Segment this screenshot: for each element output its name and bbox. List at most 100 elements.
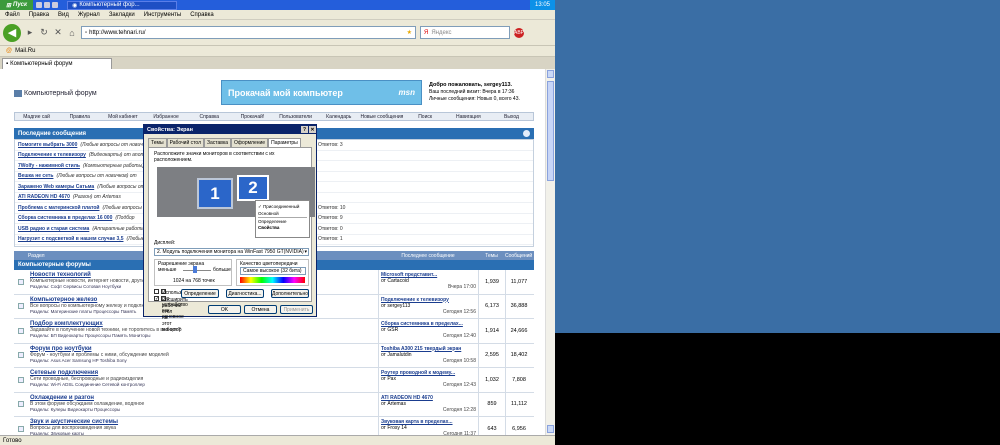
forum-last-post: Звуковая карта в пределах... от Frosy 14 С… bbox=[378, 417, 478, 435]
forum-subforums[interactable]: Разделы: Wi-Fi ADSL Соединение Сетевой к… bbox=[30, 382, 376, 388]
color-quality-select[interactable]: Самое высокое (32 бита) bbox=[240, 267, 306, 275]
monitor-1[interactable]: 1 bbox=[197, 178, 233, 209]
resolution-slider-track[interactable] bbox=[183, 270, 211, 271]
tab-forum[interactable]: ▪ Компьютерный форум bbox=[2, 57, 112, 69]
resolution-slider-thumb[interactable] bbox=[193, 266, 197, 273]
welcome-user[interactable]: Добро пожаловать, sergey113. bbox=[429, 82, 512, 88]
home-button[interactable]: ⌂ bbox=[67, 28, 77, 38]
nav-item[interactable]: Справка bbox=[188, 113, 231, 120]
advanced-button[interactable]: Дополнительно bbox=[271, 289, 309, 298]
forum-post-count: 7,808 bbox=[505, 368, 532, 392]
last-post-time: Вчера 17:00 bbox=[447, 284, 476, 290]
latest-topic-link[interactable]: USB радио и старая система bbox=[18, 226, 89, 232]
menu-history[interactable]: Журнал bbox=[78, 12, 100, 18]
menu-edit[interactable]: Правка bbox=[29, 12, 49, 18]
nav-item[interactable]: Избранное bbox=[145, 113, 188, 120]
close-button[interactable]: ✕ bbox=[309, 126, 316, 133]
scroll-thumb[interactable] bbox=[547, 81, 554, 181]
tab-settings[interactable]: Параметры bbox=[268, 138, 301, 147]
menu-help[interactable]: Справка bbox=[190, 12, 214, 18]
scroll-down-button[interactable] bbox=[547, 425, 554, 433]
monitor-context-menu: ✓ Присоединенный Основной Определение Св… bbox=[255, 200, 310, 238]
tab-appearance[interactable]: Оформление bbox=[231, 138, 269, 147]
vertical-scrollbar[interactable] bbox=[545, 69, 555, 435]
ad-banner[interactable]: Прокачай мой компьютер msn bbox=[221, 80, 422, 105]
help-button[interactable]: ? bbox=[301, 126, 308, 133]
start-button[interactable]: ⊞ Пуск bbox=[0, 0, 34, 10]
apply-button[interactable]: Применить bbox=[280, 305, 313, 314]
latest-topic-link[interactable]: Подключение к телевизору bbox=[18, 152, 86, 158]
last-post-time: Сегодня 12:40 bbox=[442, 333, 476, 339]
latest-topic-link[interactable]: 7Wolfy - нажимной стиль bbox=[18, 163, 80, 169]
nav-item[interactable]: Прокачай! bbox=[231, 113, 274, 120]
quicklaunch-icon[interactable] bbox=[44, 2, 51, 8]
latest-topic-link[interactable]: Проблема с материнской платой bbox=[18, 205, 99, 211]
star-icon[interactable]: ★ bbox=[407, 29, 415, 36]
back-button[interactable]: ◀ bbox=[3, 23, 21, 42]
nav-item[interactable]: Мой кабинет bbox=[101, 113, 144, 120]
collapse-icon[interactable] bbox=[523, 130, 530, 137]
forum-subforums[interactable]: Разделы: Кулеры Видеокарты Процессоры bbox=[30, 407, 376, 413]
forum-header: Компьютерный форум Прокачай мой компьюте… bbox=[14, 75, 534, 110]
quicklaunch-icon[interactable] bbox=[52, 2, 59, 8]
latest-topic-link[interactable]: Сборка системника в пределах 16 000 bbox=[18, 215, 112, 221]
extend-desktop-checkbox[interactable]: ✓Расширить рабочий стол на этот монитор bbox=[154, 296, 188, 333]
forum-logo[interactable]: Компьютерный форум bbox=[14, 90, 97, 97]
monitor-2[interactable]: 2 bbox=[237, 175, 269, 201]
checkbox-checked[interactable]: ✓ bbox=[154, 296, 159, 302]
ok-button[interactable]: OK bbox=[208, 305, 241, 314]
ctx-identify[interactable]: Определение bbox=[258, 217, 307, 224]
forum-row: Охлаждение и разгон В этом форуме обсужда… bbox=[14, 392, 534, 417]
tab-themes[interactable]: Темы bbox=[148, 138, 167, 147]
nav-item[interactable]: Поиск bbox=[404, 113, 447, 120]
latest-topic-link[interactable]: Нагрузит с подсветкой в нашем случае 3,5 bbox=[18, 236, 123, 242]
stop-button[interactable]: ✕ bbox=[53, 27, 63, 38]
ctx-properties[interactable]: Свойства bbox=[258, 224, 307, 231]
nav-item[interactable]: Мадгие сай bbox=[15, 113, 58, 120]
latest-topic-link[interactable]: Помогите выбрать 3000 bbox=[18, 142, 77, 148]
nav-item[interactable]: Выход bbox=[490, 113, 533, 120]
cancel-button[interactable]: Отмена bbox=[244, 305, 277, 314]
forum-icon bbox=[18, 327, 24, 334]
checkbox-box[interactable] bbox=[154, 289, 159, 294]
ctx-primary[interactable]: Основной bbox=[258, 210, 307, 217]
ctx-attached[interactable]: ✓ Присоединенный bbox=[258, 203, 307, 210]
tab-screensaver[interactable]: Заставка bbox=[203, 138, 232, 147]
firefox-icon: ◉ bbox=[72, 2, 78, 9]
taskbar-item-firefox[interactable]: ◉ Компьютерный фор... bbox=[67, 0, 178, 10]
adblock-icon[interactable]: ABP bbox=[514, 27, 524, 38]
menu-bookmarks[interactable]: Закладки bbox=[109, 12, 135, 18]
latest-topic-forum: (Любые вопросы от bbox=[97, 183, 145, 190]
tab-desktop[interactable]: Рабочий стол bbox=[166, 138, 204, 147]
forum-subforums[interactable]: Разделы: БП Видеокарты Процессоры Память… bbox=[30, 333, 376, 339]
nav-item[interactable]: Новые сообщения bbox=[360, 113, 404, 120]
status-bar: Готово bbox=[0, 435, 555, 445]
private-messages[interactable]: Личные сообщения: Новых 0, всего 43. bbox=[429, 96, 539, 103]
bookmark-mailru[interactable]: Mail.Ru bbox=[15, 48, 35, 54]
identify-button[interactable]: Определение bbox=[181, 289, 219, 298]
quicklaunch-icon[interactable] bbox=[36, 2, 43, 8]
latest-topic-forum: (Любые вопросы от новичков) bbox=[80, 141, 153, 148]
nav-item[interactable]: Правила bbox=[58, 113, 101, 120]
color-spectrum bbox=[240, 277, 305, 283]
latest-topic-link[interactable]: Вешка не сеть bbox=[18, 173, 53, 179]
menu-tools[interactable]: Инструменты bbox=[144, 12, 181, 18]
forum-post-count: 24,666 bbox=[505, 319, 532, 343]
nav-item[interactable]: Календарь bbox=[317, 113, 360, 120]
diagnostics-button[interactable]: Диагностика... bbox=[226, 289, 264, 298]
forum-subforums[interactable]: Разделы: Asus Acer Samsung HP Toshiba So… bbox=[30, 358, 376, 364]
latest-topic-link[interactable]: ATI RADEON HD 4670 bbox=[18, 194, 70, 200]
search-input[interactable]: Я Яндекс bbox=[420, 26, 510, 39]
display-select[interactable]: 2. Модуль подключения монитора на WinFas… bbox=[154, 248, 309, 256]
menu-view[interactable]: Вид bbox=[58, 12, 69, 18]
reload-button[interactable]: ↻ bbox=[39, 27, 49, 38]
menu-file[interactable]: Файл bbox=[5, 12, 20, 18]
address-bar[interactable]: ▫ http://www.tehnari.ru/ ★ bbox=[81, 26, 416, 39]
scroll-up-button[interactable] bbox=[547, 70, 554, 78]
nav-item[interactable]: Пользователи bbox=[274, 113, 317, 120]
forward-button[interactable]: ▸ bbox=[25, 27, 35, 38]
latest-topic-link[interactable]: Заражено Web камеры Сатьма bbox=[18, 184, 94, 190]
primary-device-checkbox[interactable]: Использовать это устройство как основное bbox=[154, 289, 194, 320]
nav-item[interactable]: Навигация bbox=[447, 113, 490, 120]
menu-bar: Файл Правка Вид Журнал Закладки Инструме… bbox=[0, 10, 555, 20]
